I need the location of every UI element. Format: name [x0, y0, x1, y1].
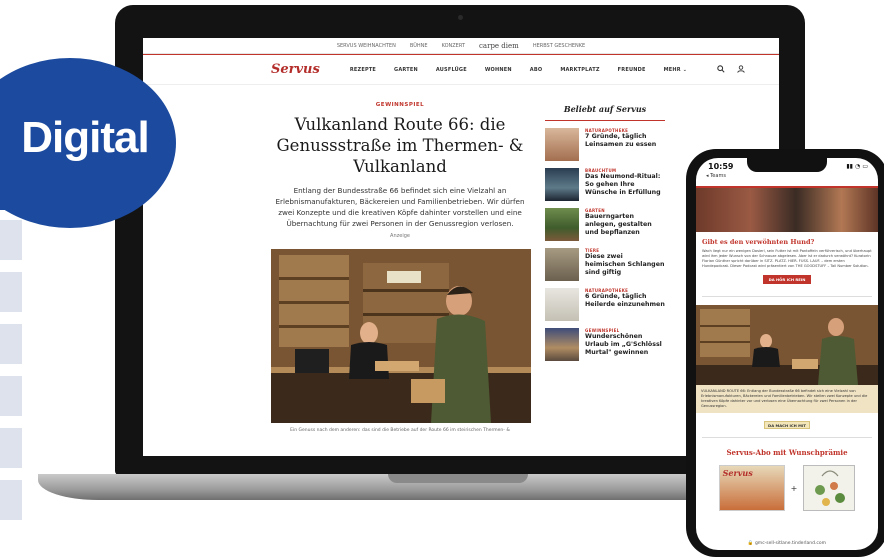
article-thumbnail: [545, 128, 579, 161]
magazine-cover-image: Servus: [718, 465, 785, 511]
article-title: 7 Gründe, täglich Leinsamen zu essen: [585, 133, 657, 148]
nav-item-abo[interactable]: ABO: [530, 67, 543, 73]
article-photo[interactable]: [271, 249, 531, 423]
back-link[interactable]: ◂ Teams: [706, 173, 726, 179]
nav-item-rezepte[interactable]: REZEPTE: [350, 67, 376, 73]
bakery-scene-image: [271, 249, 531, 423]
ad-label: Anzeige: [390, 233, 410, 239]
sidebar-article[interactable]: TIERE Diese zwei heimischen Schlangen si…: [545, 248, 665, 281]
article-thumbnail: [545, 288, 579, 321]
article-title: Wunderschönen Urlaub im „G'Schlössl Murt…: [585, 333, 662, 356]
article-kicker: GEWINNSPIEL: [375, 102, 425, 108]
listen-button[interactable]: DA HÖR ICH REIN: [763, 275, 811, 284]
article-title: Bauerngarten anlegen, gestalten und bepf…: [585, 213, 652, 236]
divider: [702, 437, 872, 438]
partner-link[interactable]: carpe diem: [479, 42, 519, 50]
laptop-notch: [388, 474, 528, 483]
partner-strip: SERVUS WEIHNACHTEN BÜHNE KONZERT carpe d…: [143, 38, 779, 54]
partner-link[interactable]: HERBST GESCHENKE: [533, 43, 585, 49]
url-bar[interactable]: 🔒 gmc-sell-sitlane.tinderland.com: [696, 541, 878, 546]
partner-link[interactable]: BÜHNE: [410, 43, 428, 49]
sidebar-title: Beliebt auf Servus: [545, 104, 665, 121]
abo-offer[interactable]: Servus +: [696, 465, 878, 511]
user-icon[interactable]: [737, 64, 745, 75]
laptop-screen: SERVUS WEIHNACHTEN BÜHNE KONZERT carpe d…: [143, 38, 779, 456]
signal-wifi-battery-icon: ▮▮ ◔ ▭: [846, 163, 868, 170]
article-banner: VULKANLAND ROUTE 66: Entlang der Bundess…: [696, 385, 878, 413]
article-title: Diese zwei heimischen Schlangen sind gif…: [585, 253, 665, 276]
sidebar-article[interactable]: BRAUCHTUM Das Neumond-Ritual: So gehen I…: [545, 168, 665, 201]
badge-label: Digital: [21, 113, 149, 162]
partner-link[interactable]: SERVUS WEIHNACHTEN: [337, 43, 396, 49]
popular-sidebar: Beliebt auf Servus NATURAPOTHEKE 7 Gründ…: [545, 104, 665, 361]
sidebar-article[interactable]: NATURAPOTHEKE 7 Gründe, täglich Leinsame…: [545, 128, 665, 161]
abo-title: Servus-Abo mit Wunschprämie: [726, 448, 848, 457]
nav-item-mehr[interactable]: MEHR ⌄: [664, 67, 688, 73]
podcast-promo: Gibt es den verwöhnten Hund? Wach liegt …: [696, 232, 878, 288]
article-thumbnail: [545, 208, 579, 241]
article-thumbnail: [545, 168, 579, 201]
search-icon[interactable]: [717, 64, 725, 75]
article-thumbnail: [545, 248, 579, 281]
nav-item-marktplatz[interactable]: MARKTPLATZ: [560, 67, 599, 73]
sidebar-article[interactable]: NATURAPOTHEKE 6 Gründe, täglich Heilerde…: [545, 288, 665, 321]
plus-icon: +: [790, 483, 798, 493]
divider: [702, 296, 872, 297]
nav-item-wohnen[interactable]: WOHNEN: [485, 67, 512, 73]
article-title: 6 Gründe, täglich Heilerde einzunehmen: [585, 293, 665, 308]
article-photo[interactable]: [696, 305, 878, 385]
article-thumbnail: [545, 328, 579, 361]
camera-dot: [458, 15, 463, 20]
promo-photo: [696, 188, 878, 232]
sidebar-article[interactable]: GARTEN Bauerngarten anlegen, gestalten u…: [545, 208, 665, 241]
phone-screen: 10:59 ◂ Teams ▮▮ ◔ ▭ Gibt es den verwöhn…: [696, 158, 878, 550]
status-bar: 10:59 ◂ Teams ▮▮ ◔ ▭: [696, 158, 878, 186]
tote-bag-image: [803, 465, 856, 511]
promo-title: Gibt es den verwöhnten Hund?: [702, 238, 815, 246]
bakery-scene-image: [696, 305, 878, 385]
article: GEWINNSPIEL Vulkanland Route 66: die Gen…: [271, 96, 531, 433]
nav-item-garten[interactable]: GARTEN: [394, 67, 418, 73]
participate-button[interactable]: DA MACH ICH MIT: [764, 421, 810, 429]
article-title: Das Neumond-Ritual: So gehen Ihre Wünsch…: [585, 173, 661, 196]
article-lead: Entlang der Bundesstraße 66 befindet sic…: [275, 186, 525, 228]
sidebar-article[interactable]: GEWINNSPIEL Wunderschönen Urlaub im „G'S…: [545, 328, 665, 361]
magazine-logo: Servus: [722, 468, 753, 478]
banner-text: VULKANLAND ROUTE 66: Entlang der Bundess…: [701, 389, 868, 408]
nav-item-freunde[interactable]: FREUNDE: [618, 67, 646, 73]
partner-link[interactable]: KONZERT: [442, 43, 465, 49]
nav-item-ausfluege[interactable]: AUSFLÜGE: [436, 67, 467, 73]
article-headline: Vulkanland Route 66: die Genussstraße im…: [276, 115, 524, 176]
main-navigation: Servus REZEPTE GARTEN AUSFLÜGE WOHNEN AB…: [143, 55, 779, 85]
promo-text: Wach liegt nur ein wenigen Dosierl, sein…: [702, 249, 872, 268]
status-time: 10:59: [708, 162, 734, 171]
servus-logo[interactable]: Servus: [271, 62, 320, 77]
photo-caption: Ein Genuss nach dem anderen: das sind di…: [290, 428, 510, 433]
